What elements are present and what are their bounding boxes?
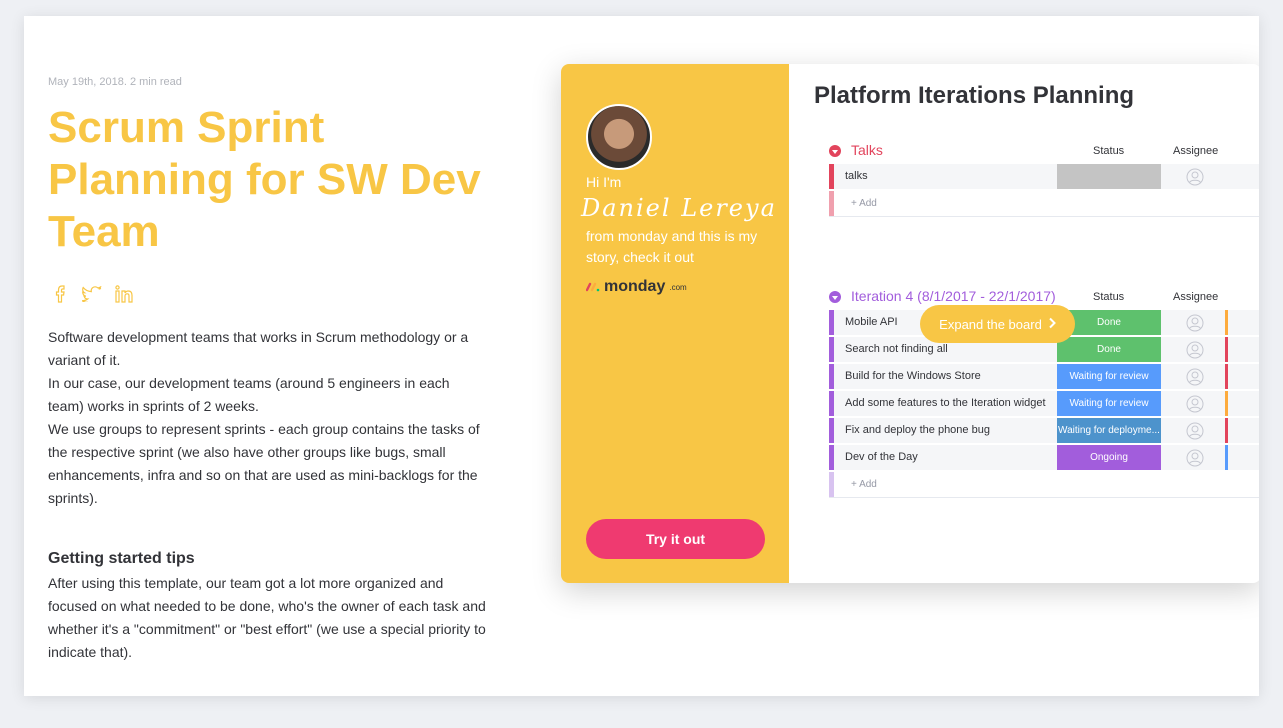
assignee-icon[interactable] bbox=[1165, 164, 1225, 189]
avatar bbox=[586, 104, 652, 170]
item-name[interactable]: Fix and deploy the phone bug bbox=[845, 424, 990, 436]
group-name[interactable]: Talks bbox=[851, 142, 883, 158]
table-row[interactable]: Fix and deploy the phone bug Waiting for… bbox=[829, 418, 1259, 443]
assignee-icon[interactable] bbox=[1165, 418, 1225, 443]
row-end-bar bbox=[1225, 391, 1228, 416]
board-panel: Platform Iterations Planning Talks Statu… bbox=[789, 64, 1259, 583]
board-preview: Hi I'm Daniel Lereya from monday and thi… bbox=[561, 64, 1259, 583]
expand-board-label: Expand the board bbox=[939, 316, 1042, 332]
story-text: from monday and this is my story, check … bbox=[586, 228, 758, 265]
section-heading: Getting started tips bbox=[48, 550, 195, 567]
collapse-group-icon[interactable] bbox=[829, 145, 841, 157]
row-color-bar bbox=[829, 164, 834, 189]
table-row[interactable]: Add some features to the Iteration widge… bbox=[829, 391, 1259, 416]
social-links bbox=[50, 284, 488, 304]
add-item-label[interactable]: + Add bbox=[851, 198, 877, 209]
group-talks: Talks Status Assignee talks + Add bbox=[829, 140, 1259, 217]
content-fade bbox=[24, 656, 1259, 696]
greeting: Hi I'm bbox=[586, 174, 622, 190]
item-name[interactable]: Add some features to the Iteration widge… bbox=[845, 397, 1046, 409]
add-item-row[interactable]: + Add bbox=[829, 191, 1259, 217]
table-row[interactable]: Dev of the Day Ongoing bbox=[829, 445, 1259, 470]
row-end-bar bbox=[1225, 364, 1228, 389]
article-body: Software development teams that works in… bbox=[48, 326, 488, 664]
assignee-column-header[interactable]: Assignee bbox=[1173, 145, 1218, 157]
assignee-column-header[interactable]: Assignee bbox=[1173, 291, 1218, 303]
item-name[interactable]: Build for the Windows Store bbox=[845, 370, 981, 382]
add-item-label[interactable]: + Add bbox=[851, 479, 877, 490]
profile-panel: Hi I'm Daniel Lereya from monday and thi… bbox=[561, 64, 789, 583]
status-column-header[interactable]: Status bbox=[1093, 291, 1124, 303]
assignee-icon[interactable] bbox=[1165, 364, 1225, 389]
linkedin-icon[interactable] bbox=[114, 284, 134, 304]
logo-text: monday bbox=[604, 278, 666, 295]
article-paragraph: In our case, our development teams (arou… bbox=[48, 375, 450, 414]
twitter-icon[interactable] bbox=[82, 284, 102, 304]
logo-mark-icon bbox=[586, 282, 600, 292]
template-card: May 19th, 2018. 2 min read Scrum Sprint … bbox=[24, 16, 1259, 696]
item-name[interactable]: Mobile API bbox=[845, 316, 898, 328]
collapse-group-icon[interactable] bbox=[829, 291, 841, 303]
article: May 19th, 2018. 2 min read Scrum Sprint … bbox=[48, 76, 488, 664]
row-end-bar bbox=[1225, 445, 1228, 470]
assignee-icon[interactable] bbox=[1165, 445, 1225, 470]
status-cell[interactable] bbox=[1057, 164, 1161, 189]
row-color-bar bbox=[829, 337, 834, 362]
row-color-bar bbox=[829, 418, 834, 443]
row-color-bar bbox=[829, 364, 834, 389]
row-end-bar bbox=[1225, 337, 1228, 362]
status-cell[interactable]: Done bbox=[1057, 337, 1161, 362]
add-item-row[interactable]: + Add bbox=[829, 472, 1259, 498]
try-it-out-button[interactable]: Try it out bbox=[586, 519, 765, 559]
status-cell[interactable]: Waiting for review bbox=[1057, 364, 1161, 389]
facebook-icon[interactable] bbox=[50, 284, 70, 304]
article-meta: May 19th, 2018. 2 min read bbox=[48, 76, 182, 88]
status-cell[interactable]: Waiting for review bbox=[1057, 391, 1161, 416]
status-cell[interactable]: Ongoing bbox=[1057, 445, 1161, 470]
row-color-bar bbox=[829, 191, 834, 216]
article-paragraph: Software development teams that works in… bbox=[48, 329, 469, 368]
signature: Daniel Lereya bbox=[581, 194, 777, 222]
article-title: Scrum Sprint Planning for SW Dev Team bbox=[48, 103, 481, 256]
article-paragraph: We use groups to represent sprints - eac… bbox=[48, 421, 480, 506]
item-name[interactable]: Dev of the Day bbox=[845, 451, 918, 463]
row-color-bar bbox=[829, 445, 834, 470]
table-row[interactable]: Build for the Windows Store Waiting for … bbox=[829, 364, 1259, 389]
assignee-icon[interactable] bbox=[1165, 337, 1225, 362]
group-name[interactable]: Iteration 4 (8/1/2017 - 22/1/2017) bbox=[851, 288, 1056, 304]
article-paragraph: After using this template, our team got … bbox=[48, 575, 486, 660]
row-end-bar bbox=[1225, 310, 1228, 335]
item-name[interactable]: talks bbox=[845, 170, 868, 182]
row-color-bar bbox=[829, 391, 834, 416]
item-name[interactable]: Search not finding all bbox=[845, 343, 948, 355]
assignee-icon[interactable] bbox=[1165, 310, 1225, 335]
row-color-bar bbox=[829, 310, 834, 335]
status-column-header[interactable]: Status bbox=[1093, 145, 1124, 157]
status-cell[interactable]: Waiting for deployme... bbox=[1057, 418, 1161, 443]
group-header: Talks Status Assignee bbox=[829, 140, 1259, 162]
row-color-bar bbox=[829, 472, 834, 497]
board-title: Platform Iterations Planning bbox=[814, 82, 1135, 109]
chevron-right-icon bbox=[1048, 317, 1056, 332]
assignee-icon[interactable] bbox=[1165, 391, 1225, 416]
table-row[interactable]: talks bbox=[829, 164, 1259, 189]
logo-suffix: .com bbox=[669, 282, 687, 292]
expand-board-button[interactable]: Expand the board bbox=[920, 305, 1075, 343]
monday-logo: monday .com bbox=[586, 278, 687, 296]
row-end-bar bbox=[1225, 418, 1228, 443]
